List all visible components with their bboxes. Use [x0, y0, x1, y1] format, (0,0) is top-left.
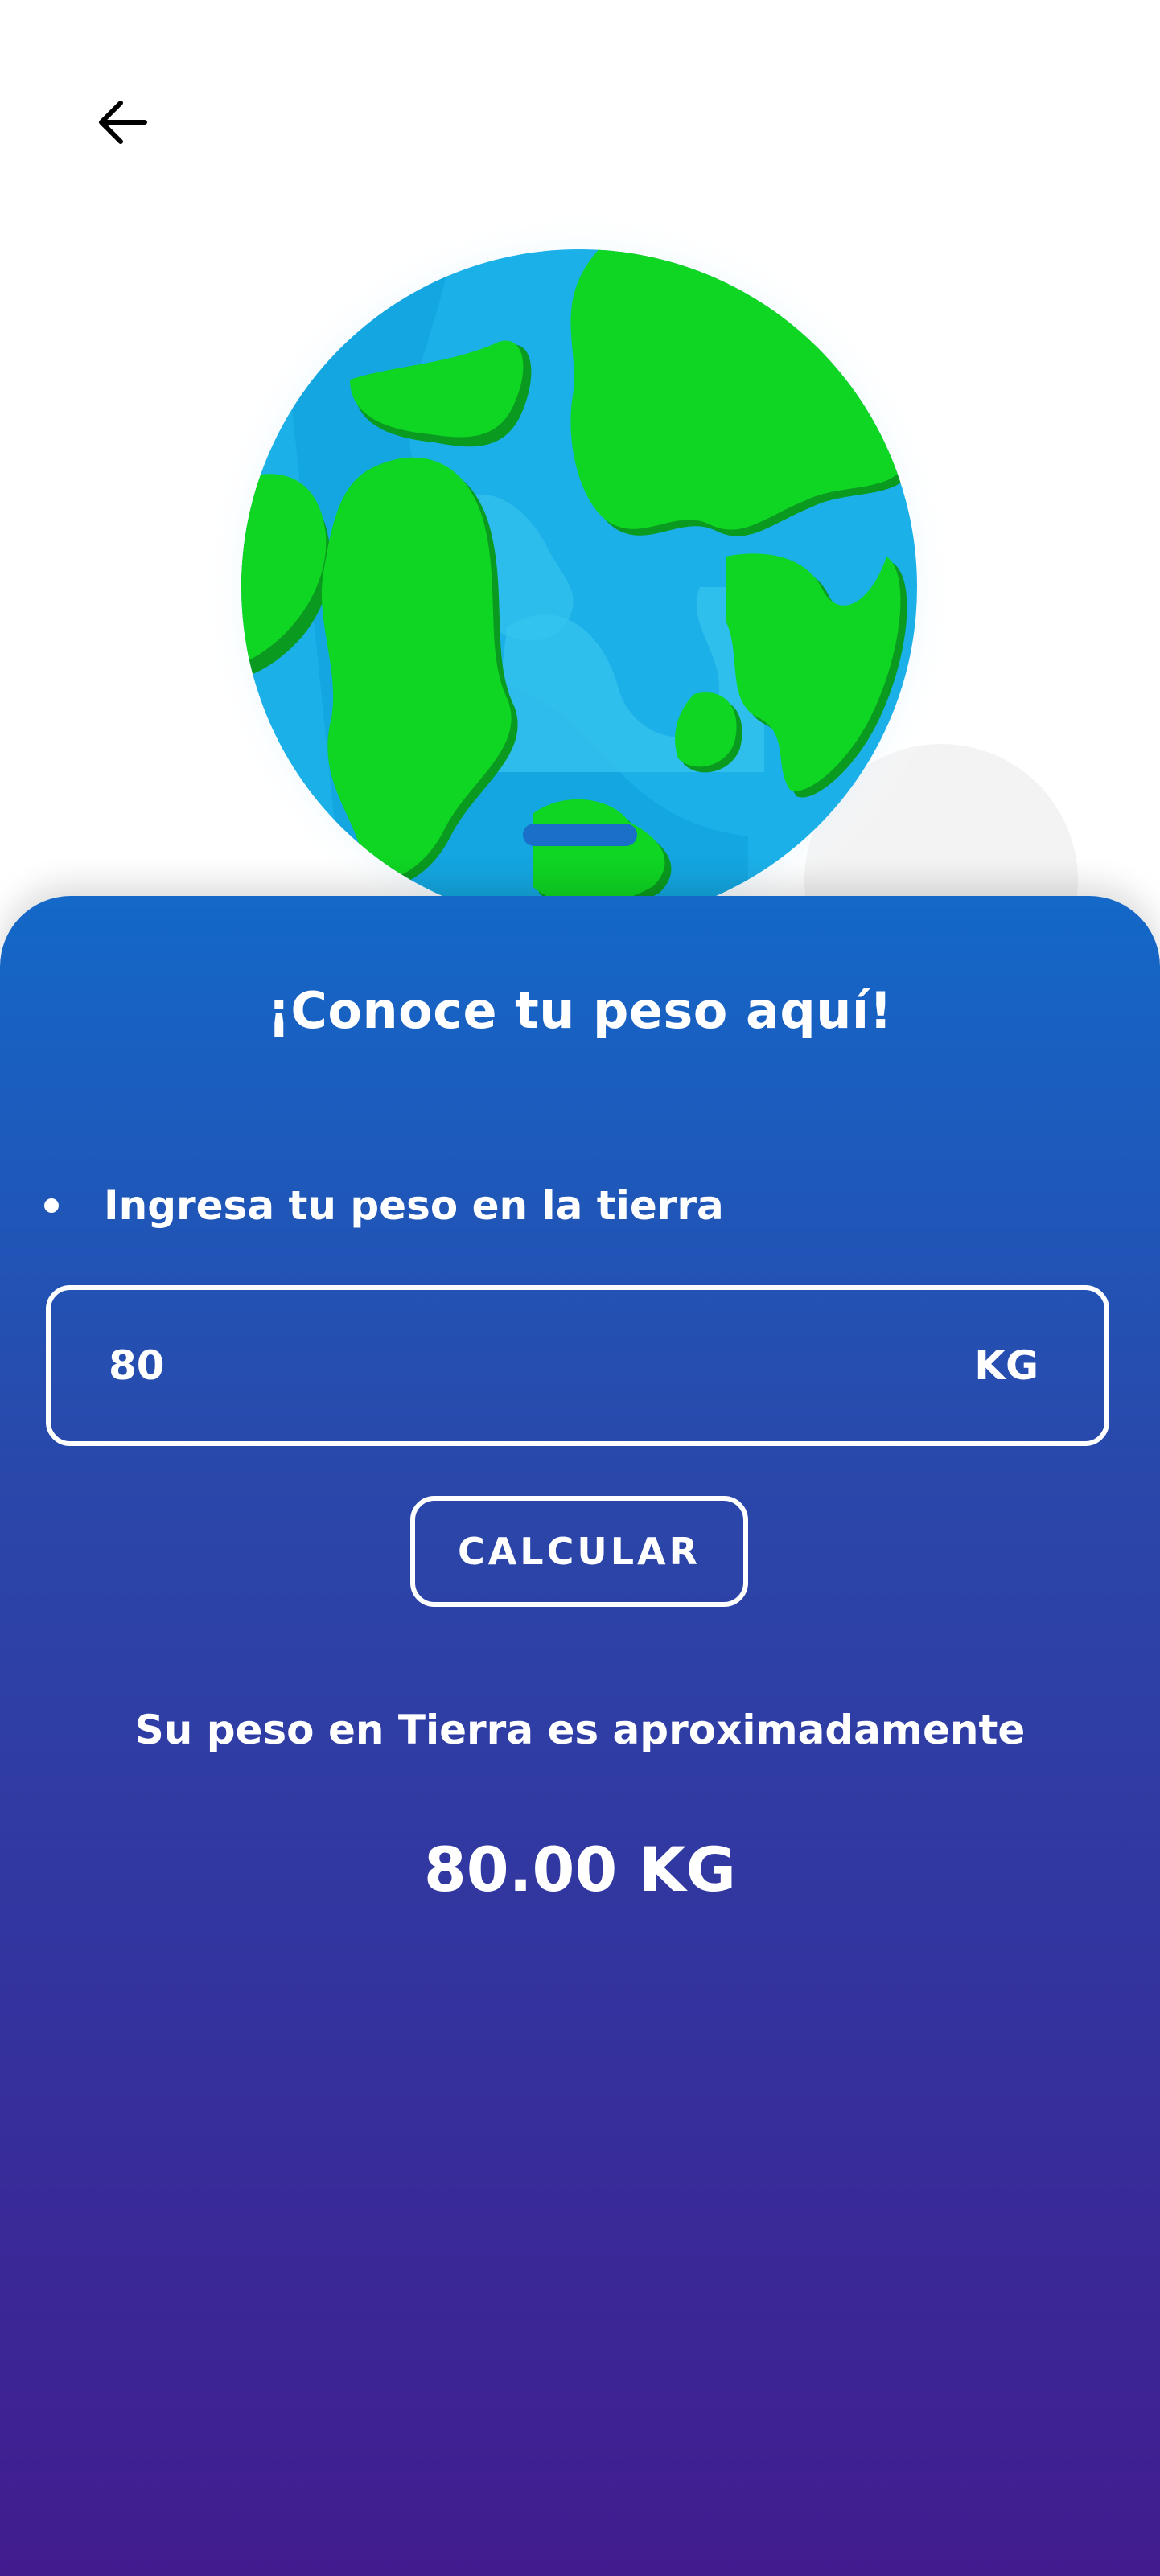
instruction-label: Ingresa tu peso en la tierra — [104, 1182, 724, 1229]
result-caption: Su peso en Tierra es aproximadamente — [134, 1707, 1026, 1753]
screen: ¡Conoce tu peso aquí! Ingresa tu peso en… — [0, 0, 1160, 2576]
unit-label: KG — [974, 1342, 1039, 1389]
calculate-button[interactable]: CALCULAR — [410, 1496, 748, 1607]
sheet-drag-handle[interactable] — [523, 824, 637, 846]
back-button[interactable] — [80, 80, 164, 164]
weight-field[interactable]: KG — [46, 1285, 1109, 1446]
arrow-left-icon — [99, 101, 147, 144]
bullet-icon — [44, 1198, 59, 1213]
result-value: 80.00 KG — [423, 1834, 737, 1905]
sheet-title: ¡Conoce tu peso aquí! — [267, 981, 893, 1040]
weight-input[interactable] — [109, 1342, 833, 1389]
instruction-row: Ingresa tu peso en la tierra — [44, 1182, 724, 1229]
earth-globe-icon — [185, 209, 973, 965]
